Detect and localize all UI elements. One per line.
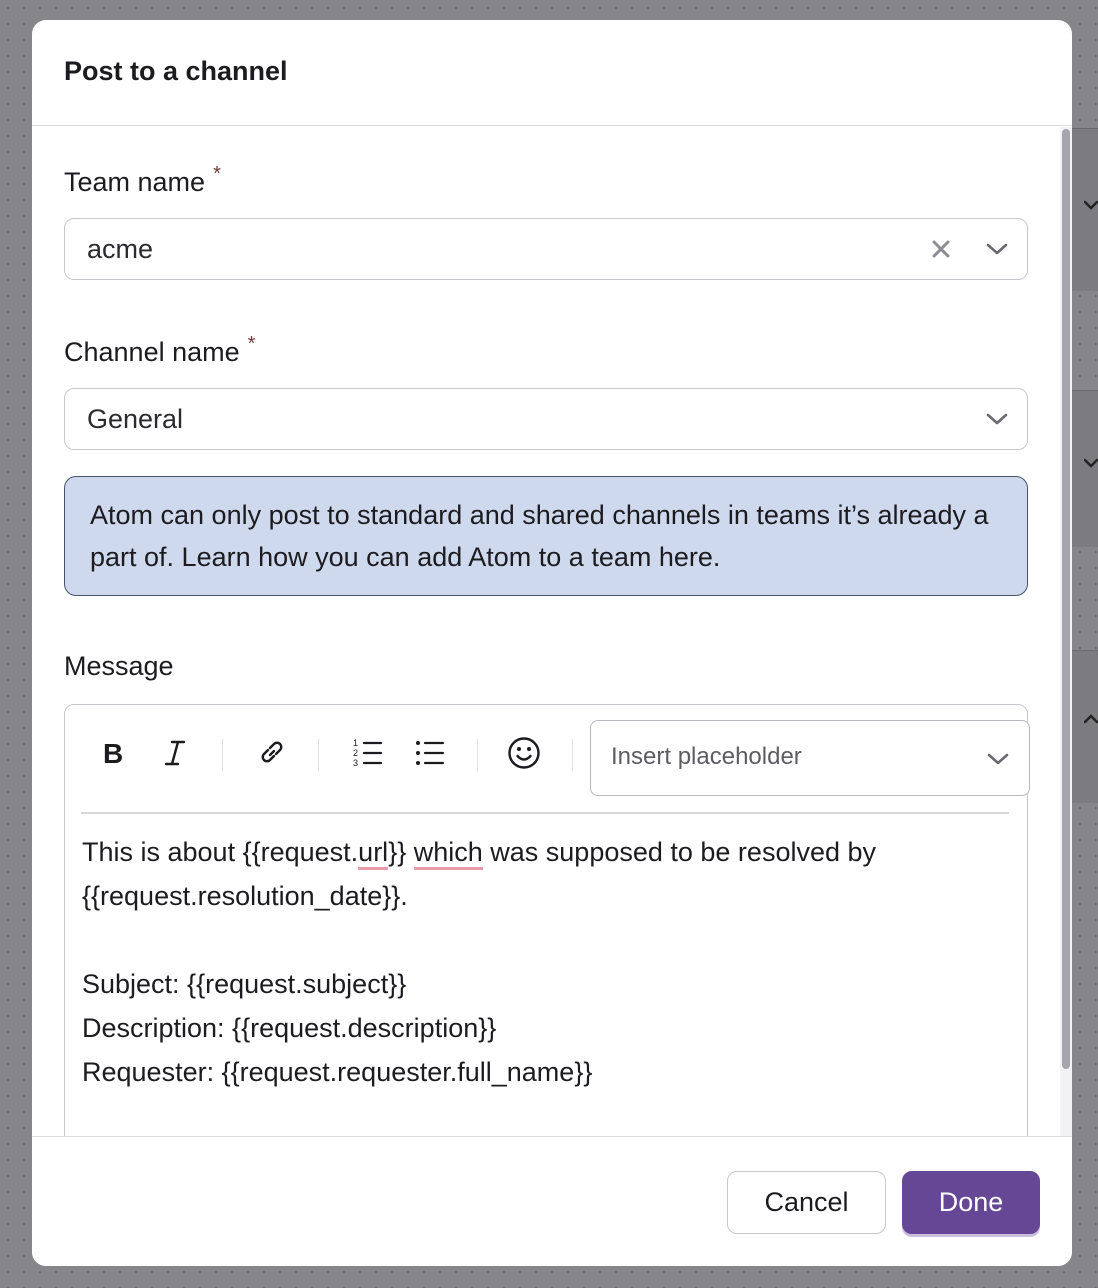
message-text: This is about {{request. bbox=[82, 837, 359, 867]
post-to-channel-dialog: Post to a channel Team name * acme Channe… bbox=[32, 20, 1072, 1266]
svg-text:1: 1 bbox=[353, 738, 358, 748]
toolbar-separator bbox=[222, 739, 223, 771]
chevron-up-icon bbox=[1084, 714, 1098, 724]
channel-name-value: General bbox=[87, 404, 184, 434]
channel-name-select[interactable]: General bbox=[64, 388, 1028, 450]
dialog-body: Team name * acme Channel name * General At… bbox=[32, 127, 1072, 1136]
info-callout-text: Atom can only post to standard and share… bbox=[90, 500, 989, 572]
numbered-list-icon[interactable]: 1 2 3 bbox=[350, 735, 386, 771]
spellcheck-word: url bbox=[358, 837, 389, 870]
message-line: Subject: {{request.subject}} bbox=[82, 969, 407, 999]
message-line: Requester: {{request.requester.full_name… bbox=[82, 1057, 593, 1087]
message-line: Description: {{request.description}} bbox=[82, 1013, 497, 1043]
message-line bbox=[82, 918, 1002, 962]
spellcheck-word: which bbox=[413, 837, 483, 870]
insert-placeholder-label: Insert placeholder bbox=[611, 743, 802, 770]
toolbar-separator bbox=[572, 739, 573, 771]
dialog-title: Post to a channel bbox=[64, 56, 288, 86]
message-line: This is about {{request.url}} which was … bbox=[82, 830, 1002, 874]
dialog-header: Post to a channel bbox=[32, 20, 1072, 126]
emoji-icon[interactable] bbox=[506, 735, 542, 771]
svg-text:3: 3 bbox=[353, 758, 358, 768]
clear-icon[interactable] bbox=[931, 239, 951, 259]
italic-icon[interactable] bbox=[157, 735, 193, 771]
chevron-down-icon[interactable] bbox=[985, 241, 1009, 257]
toolbar-divider bbox=[81, 812, 1009, 814]
done-button[interactable]: Done bbox=[902, 1171, 1040, 1234]
chevron-down-icon[interactable] bbox=[986, 751, 1010, 767]
team-name-select[interactable]: acme bbox=[64, 218, 1028, 280]
cancel-button[interactable]: Cancel bbox=[727, 1171, 886, 1234]
message-text: was supposed to be resolved by bbox=[482, 837, 877, 867]
channel-name-label-text: Channel name bbox=[64, 337, 240, 367]
message-text-area[interactable]: This is about {{request.url}} which was … bbox=[82, 830, 1002, 1094]
toolbar-separator bbox=[318, 739, 319, 771]
dialog-footer: Cancel Done bbox=[32, 1136, 1072, 1266]
toolbar-separator bbox=[477, 739, 478, 771]
team-name-label-text: Team name bbox=[64, 167, 206, 197]
info-callout: Atom can only post to standard and share… bbox=[64, 476, 1028, 596]
chevron-down-icon bbox=[1084, 200, 1098, 210]
chevron-down-icon bbox=[1084, 458, 1098, 468]
channel-name-label: Channel name * bbox=[64, 333, 255, 368]
message-editor[interactable]: B 1 2 3 Insert placeholder This is about… bbox=[64, 704, 1030, 1136]
scrollbar-thumb[interactable] bbox=[1062, 129, 1070, 1069]
message-text: }} bbox=[388, 837, 414, 867]
svg-text:B: B bbox=[103, 738, 123, 769]
bold-icon[interactable]: B bbox=[94, 735, 130, 771]
required-marker: * bbox=[247, 333, 256, 355]
message-label: Message bbox=[64, 651, 174, 681]
chevron-down-icon[interactable] bbox=[985, 411, 1009, 427]
message-line: {{request.resolution_date}}. bbox=[82, 881, 408, 911]
svg-text:2: 2 bbox=[353, 748, 358, 758]
required-marker: * bbox=[213, 163, 221, 185]
bullet-list-icon[interactable] bbox=[412, 735, 448, 771]
link-icon[interactable] bbox=[254, 735, 290, 771]
dialog-scrollbar[interactable] bbox=[1060, 127, 1072, 1136]
team-name-value: acme bbox=[87, 234, 154, 264]
insert-placeholder-select[interactable]: Insert placeholder bbox=[590, 720, 1030, 796]
team-name-label: Team name * bbox=[64, 163, 221, 198]
